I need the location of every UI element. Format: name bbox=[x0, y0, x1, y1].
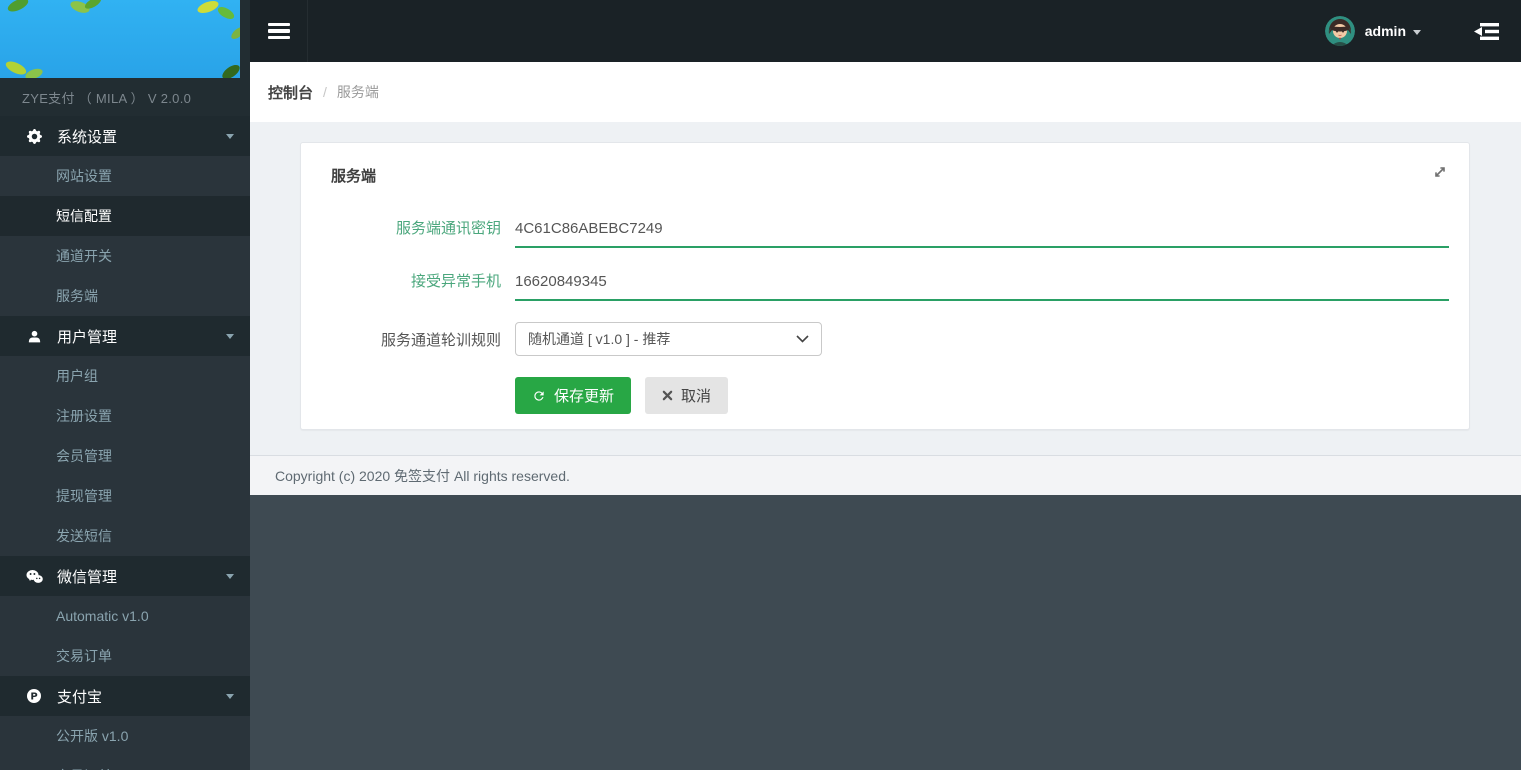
sidebar-item-sms-config[interactable]: 短信配置 bbox=[0, 196, 250, 236]
caret-down-icon bbox=[226, 693, 234, 699]
sidebar-section-system-settings[interactable]: 系统设置 bbox=[0, 116, 250, 156]
breadcrumb: 控制台 / 服务端 bbox=[250, 62, 1521, 122]
copyright-text: Copyright (c) 2020 免签支付 All rights reser… bbox=[275, 466, 570, 486]
sidebar-item-register-settings[interactable]: 注册设置 bbox=[0, 396, 250, 436]
top-navbar: admin bbox=[250, 0, 1521, 62]
alipay-icon: P bbox=[24, 688, 44, 704]
select-value: 随机通道 [ v1.0 ] - 推荐 bbox=[528, 329, 670, 349]
server-settings-card: 服务端 服务端通讯密钥 接受异常 bbox=[300, 142, 1470, 430]
sidebar-item-website-settings[interactable]: 网站设置 bbox=[0, 156, 250, 196]
caret-down-icon bbox=[1413, 22, 1421, 40]
logo-leaves-image bbox=[0, 0, 240, 78]
sidebar-item-wechat-orders[interactable]: 交易订单 bbox=[0, 636, 250, 676]
app-logo[interactable] bbox=[0, 0, 240, 78]
app-version-label: ZYE支付 （ MILA ） V 2.0.0 bbox=[0, 78, 250, 116]
content-area: 服务端 服务端通讯密钥 接受异常 bbox=[250, 122, 1521, 455]
breadcrumb-home-link[interactable]: 控制台 bbox=[268, 82, 313, 103]
submenu-wechat-management: Automatic v1.0 交易订单 bbox=[0, 596, 250, 676]
sidebar-item-alipay-orders[interactable]: 交易订单 bbox=[0, 756, 250, 770]
wechat-icon bbox=[24, 569, 44, 584]
avatar bbox=[1325, 16, 1355, 46]
sidebar-menu: 系统设置 网站设置 短信配置 通道开关 服务端 用户管理 用户组 注册设置 会员… bbox=[0, 116, 250, 770]
breadcrumb-current: 服务端 bbox=[337, 82, 379, 102]
sidebar-section-label: 系统设置 bbox=[57, 126, 117, 147]
sidebar-item-channel-switch[interactable]: 通道开关 bbox=[0, 236, 250, 276]
cancel-button[interactable]: 取消 bbox=[645, 377, 728, 414]
submenu-system-settings: 网站设置 短信配置 通道开关 服务端 bbox=[0, 156, 250, 316]
main-area: admin 控制台 / 服务端 服务端 bbox=[250, 0, 1521, 770]
form-actions: 保存更新 取消 bbox=[331, 377, 1449, 414]
comm-key-input[interactable] bbox=[515, 216, 1449, 248]
sidebar-section-wechat-management[interactable]: 微信管理 bbox=[0, 556, 250, 596]
card-title: 服务端 bbox=[331, 165, 1449, 186]
field-label-channel-rule: 服务通道轮训规则 bbox=[331, 329, 501, 350]
sidebar-item-send-sms[interactable]: 发送短信 bbox=[0, 516, 250, 556]
sidebar-item-server-endpoint[interactable]: 服务端 bbox=[0, 276, 250, 316]
navbar-right: admin bbox=[1313, 0, 1521, 62]
sidebar-item-withdraw-management[interactable]: 提现管理 bbox=[0, 476, 250, 516]
exception-phone-input[interactable] bbox=[515, 269, 1449, 301]
caret-down-icon bbox=[226, 333, 234, 339]
sidebar-item-wechat-automatic[interactable]: Automatic v1.0 bbox=[0, 596, 250, 636]
x-icon bbox=[662, 390, 673, 401]
caret-down-icon bbox=[226, 573, 234, 579]
form-row: 服务端通讯密钥 bbox=[331, 216, 1449, 248]
submenu-alipay: 公开版 v1.0 交易订单 bbox=[0, 716, 250, 770]
gear-icon bbox=[24, 129, 44, 144]
caret-down-icon bbox=[226, 133, 234, 139]
page-background bbox=[250, 495, 1521, 770]
field-label-exception-phone: 接受异常手机 bbox=[331, 270, 501, 291]
expand-icon bbox=[1433, 165, 1447, 179]
refresh-icon bbox=[532, 389, 546, 403]
expand-button[interactable] bbox=[1433, 165, 1447, 179]
sidebar: ZYE支付 （ MILA ） V 2.0.0 系统设置 网站设置 短信配置 通道… bbox=[0, 0, 250, 770]
sidebar-item-alipay-public[interactable]: 公开版 v1.0 bbox=[0, 716, 250, 756]
save-button[interactable]: 保存更新 bbox=[515, 377, 631, 414]
sidebar-item-member-management[interactable]: 会员管理 bbox=[0, 436, 250, 476]
chevron-down-icon bbox=[796, 335, 809, 343]
user-name: admin bbox=[1365, 23, 1406, 39]
sidebar-section-alipay[interactable]: P 支付宝 bbox=[0, 676, 250, 716]
cancel-button-label: 取消 bbox=[681, 385, 711, 406]
sidebar-section-label: 支付宝 bbox=[57, 686, 102, 707]
sidebar-section-user-management[interactable]: 用户管理 bbox=[0, 316, 250, 356]
submenu-user-management: 用户组 注册设置 会员管理 提现管理 发送短信 bbox=[0, 356, 250, 556]
form-row: 接受异常手机 bbox=[331, 269, 1449, 301]
user-menu[interactable]: admin bbox=[1313, 0, 1433, 62]
sidebar-toggle-icon bbox=[1473, 22, 1500, 41]
field-label-comm-key: 服务端通讯密钥 bbox=[331, 217, 501, 238]
server-settings-form: 服务端通讯密钥 接受异常手机 服务通道轮训规则 随机通道 [ v1. bbox=[331, 216, 1449, 414]
channel-rule-select[interactable]: 随机通道 [ v1.0 ] - 推荐 bbox=[515, 322, 822, 356]
breadcrumb-separator: / bbox=[323, 84, 327, 100]
footer: Copyright (c) 2020 免签支付 All rights reser… bbox=[250, 455, 1521, 495]
sidebar-section-label: 用户管理 bbox=[57, 326, 117, 347]
save-button-label: 保存更新 bbox=[554, 385, 614, 406]
control-sidebar-toggle-button[interactable] bbox=[1457, 0, 1515, 62]
sidebar-collapse-button[interactable] bbox=[250, 0, 308, 62]
form-row: 服务通道轮训规则 随机通道 [ v1.0 ] - 推荐 bbox=[331, 322, 1449, 356]
sidebar-item-user-group[interactable]: 用户组 bbox=[0, 356, 250, 396]
svg-text:P: P bbox=[30, 692, 37, 703]
sidebar-section-label: 微信管理 bbox=[57, 566, 117, 587]
user-icon bbox=[24, 329, 44, 344]
hamburger-icon bbox=[268, 23, 290, 40]
